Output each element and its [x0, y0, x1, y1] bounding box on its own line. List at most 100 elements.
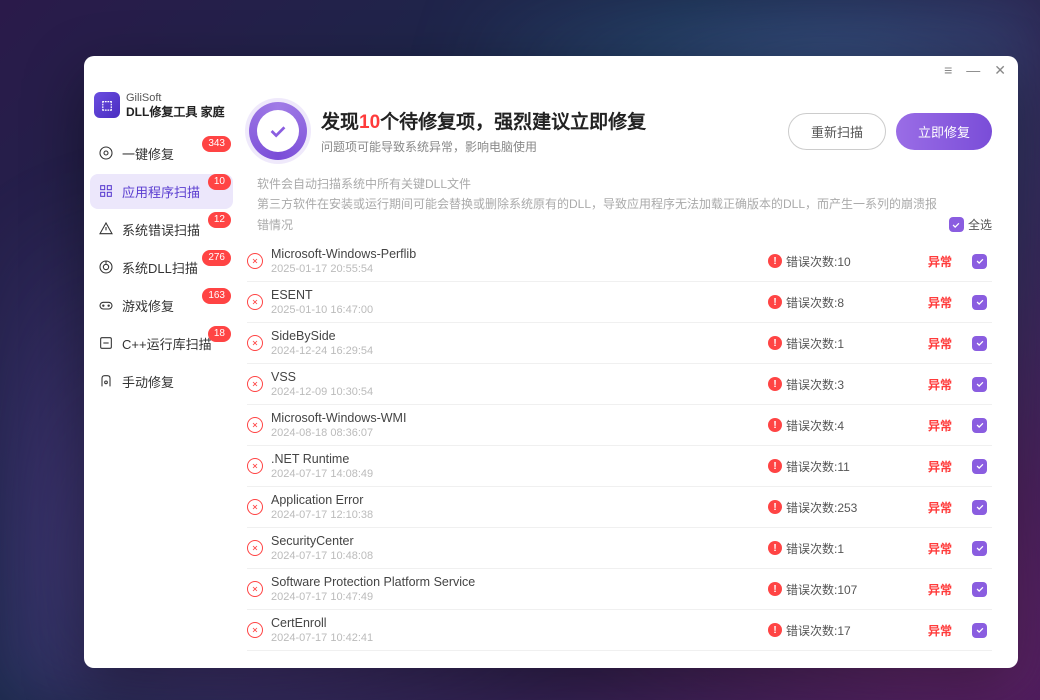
status-badge: 异常 [916, 540, 964, 557]
error-count: !错误次数:10 [768, 253, 908, 270]
brand: ⬚ GiliSoft DLL修复工具 家庭 [90, 88, 233, 136]
issue-time: 2025-01-10 16:47:00 [271, 304, 760, 316]
header: 发现10个待修复项，强烈建议立即修复 问题项可能导致系统异常，影响电脑使用 重新… [239, 84, 1010, 174]
alert-icon: ! [768, 254, 782, 268]
error-count: !错误次数:253 [768, 499, 908, 516]
desc-line1: 软件会自动扫描系统中所有关键DLL文件 [257, 174, 949, 194]
issue-time: 2024-07-17 14:08:49 [271, 468, 760, 480]
row-checkbox[interactable] [972, 254, 987, 269]
alert-icon: ! [768, 459, 782, 473]
app-logo-icon: ⬚ [94, 92, 120, 118]
issue-name: SecurityCenter [271, 534, 760, 548]
sidebar: ⬚ GiliSoft DLL修复工具 家庭 一键修复343应用程序扫描10系统错… [84, 84, 239, 668]
issue-name: VSS [271, 370, 760, 384]
row-checkbox[interactable] [972, 623, 987, 638]
sidebar-item-label: 游戏修复 [122, 296, 174, 315]
sidebar-item-label: 应用程序扫描 [122, 182, 200, 201]
sidebar-badge: 163 [202, 288, 231, 304]
row-checkbox[interactable] [972, 582, 987, 597]
issue-row[interactable]: SecurityCenter2024-07-17 10:48:08!错误次数:1… [247, 528, 992, 569]
error-count: !错误次数:17 [768, 622, 908, 639]
game-icon [98, 297, 114, 313]
alert-icon: ! [768, 295, 782, 309]
alert-icon: ! [768, 377, 782, 391]
error-count: !错误次数:4 [768, 417, 908, 434]
error-x-icon [247, 335, 263, 351]
sidebar-badge: 12 [208, 212, 231, 228]
error-x-icon [247, 458, 263, 474]
row-checkbox[interactable] [972, 295, 987, 310]
issue-name: Microsoft-Windows-Perflib [271, 247, 760, 261]
issue-name: SideBySide [271, 329, 760, 343]
issue-time: 2024-07-17 12:10:38 [271, 509, 760, 521]
main-panel: 发现10个待修复项，强烈建议立即修复 问题项可能导致系统异常，影响电脑使用 重新… [239, 84, 1018, 668]
alert-icon: ! [768, 418, 782, 432]
brand-product: DLL修复工具 家庭 [126, 105, 225, 119]
issue-row[interactable]: SideBySide2024-12-24 16:29:54!错误次数:1异常 [247, 323, 992, 364]
issue-name: ESENT [271, 288, 760, 302]
issue-name: Microsoft-Windows-WMI [271, 411, 760, 425]
select-all-toggle[interactable]: 全选 [949, 215, 992, 235]
sidebar-item-sysdll[interactable]: 系统DLL扫描276 [90, 250, 233, 285]
close-icon[interactable]: ✕ [994, 62, 1006, 79]
row-checkbox[interactable] [972, 418, 987, 433]
sidebar-item-syserr[interactable]: 系统错误扫描12 [90, 212, 233, 247]
status-badge: 异常 [916, 417, 964, 434]
error-count: !错误次数:107 [768, 581, 908, 598]
issue-time: 2024-07-17 10:47:49 [271, 591, 760, 603]
alert-icon: ! [768, 541, 782, 555]
issue-row[interactable]: Microsoft-Windows-WMI 2024-08-18 08:36:07… [247, 405, 992, 446]
issue-row[interactable]: CertEnroll2024-07-17 10:42:41!错误次数:17异常 [247, 610, 992, 651]
sidebar-item-game[interactable]: 游戏修复 163 [90, 288, 233, 323]
issue-row[interactable]: Microsoft-Windows-Perflib2025-01-17 20:5… [247, 241, 992, 282]
error-x-icon [247, 499, 263, 515]
sidebar-item-label: C++运行库扫描 [122, 334, 212, 353]
appscan-icon [98, 183, 114, 199]
error-count: !错误次数:1 [768, 335, 908, 352]
status-circle-icon [249, 102, 307, 160]
sidebar-item-label: 系统DLL扫描 [122, 258, 198, 277]
status-badge: 异常 [916, 622, 964, 639]
cpp-icon [98, 335, 114, 351]
rescan-button[interactable]: 重新扫描 [788, 113, 886, 150]
app-window: ≡ — ✕ ⬚ GiliSoft DLL修复工具 家庭 一键修复343应用程序扫… [84, 56, 1018, 668]
issue-time: 2024-12-09 10:30:54 [271, 386, 760, 398]
issue-row[interactable]: ESENT2025-01-10 16:47:00!错误次数:8异常 [247, 282, 992, 323]
menu-icon[interactable]: ≡ [944, 62, 952, 78]
sidebar-item-manual[interactable]: 手动修复 [90, 364, 233, 399]
status-badge: 异常 [916, 376, 964, 393]
error-x-icon [247, 417, 263, 433]
alert-icon: ! [768, 336, 782, 350]
sidebar-item-appscan[interactable]: 应用程序扫描10 [90, 174, 233, 209]
sidebar-item-oneclick[interactable]: 一键修复343 [90, 136, 233, 171]
issue-name: Software Protection Platform Service [271, 575, 760, 589]
minimize-icon[interactable]: — [966, 62, 980, 78]
sidebar-badge: 18 [208, 326, 231, 342]
alert-icon: ! [768, 582, 782, 596]
select-all-label: 全选 [968, 215, 992, 235]
issue-row[interactable]: .NET Runtime2024-07-17 14:08:49!错误次数:11异… [247, 446, 992, 487]
error-count: !错误次数:11 [768, 458, 908, 475]
issue-row[interactable]: VSS2024-12-09 10:30:54!错误次数:3异常 [247, 364, 992, 405]
alert-icon: ! [768, 623, 782, 637]
row-checkbox[interactable] [972, 336, 987, 351]
fix-now-button[interactable]: 立即修复 [896, 113, 992, 150]
row-checkbox[interactable] [972, 500, 987, 515]
status-badge: 异常 [916, 294, 964, 311]
syserr-icon [98, 221, 114, 237]
row-checkbox[interactable] [972, 377, 987, 392]
manual-icon [98, 373, 114, 389]
issue-time: 2024-08-18 08:36:07 [271, 427, 760, 439]
sidebar-item-cpp[interactable]: C++运行库扫描18 [90, 326, 233, 361]
error-x-icon [247, 581, 263, 597]
row-checkbox[interactable] [972, 541, 987, 556]
issue-row[interactable]: Software Protection Platform Service 2024… [247, 569, 992, 610]
sidebar-badge: 276 [202, 250, 231, 266]
issue-list: Microsoft-Windows-Perflib2025-01-17 20:5… [239, 241, 1010, 668]
sidebar-item-label: 一键修复 [122, 144, 174, 163]
sysdll-icon [98, 259, 114, 275]
status-badge: 异常 [916, 253, 964, 270]
titlebar: ≡ — ✕ [84, 56, 1018, 84]
issue-row[interactable]: Application Error2024-07-17 12:10:38!错误次… [247, 487, 992, 528]
row-checkbox[interactable] [972, 459, 987, 474]
